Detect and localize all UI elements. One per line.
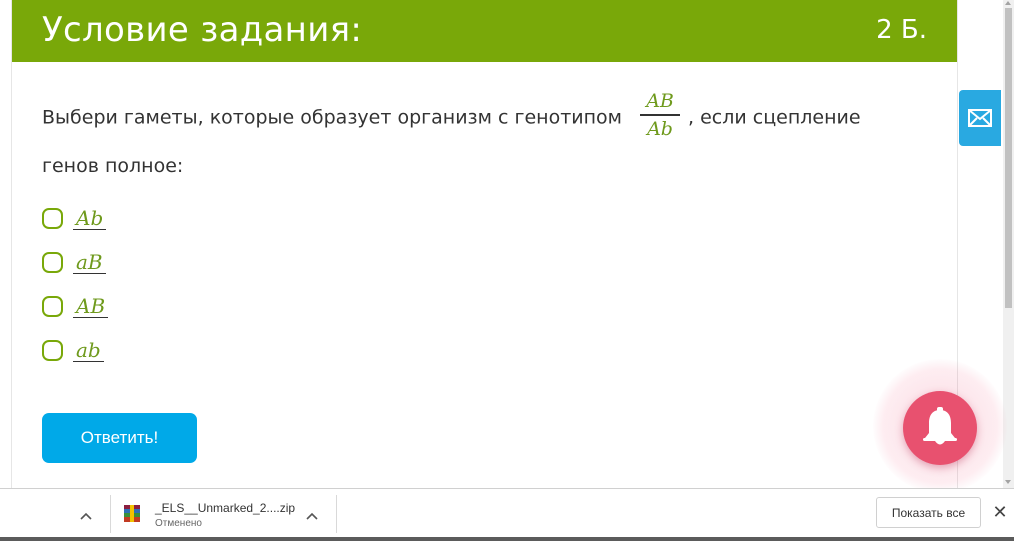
card-header: Условие задания: 2 Б. [12,0,957,62]
answer-option[interactable]: Ab [42,196,108,240]
page-content: Условие задания: 2 Б. Выбери гаметы, кот… [0,0,1003,488]
chevron-up-icon[interactable] [76,506,96,526]
genotype-fraction: AB Ab [640,90,681,140]
answer-option[interactable]: ab [42,328,108,372]
genotype-numerator: AB [646,90,674,112]
divider [336,495,337,533]
notifications-button[interactable] [903,391,977,465]
chevron-up-icon[interactable] [302,506,322,526]
option-checkbox[interactable] [42,207,63,229]
option-checkbox[interactable] [42,251,63,273]
fraction-bar [640,114,681,116]
option-checkbox[interactable] [42,295,63,317]
download-status: Отменено [155,518,202,529]
scroll-thumb[interactable] [1005,8,1012,308]
bell-icon [923,407,957,445]
option-label[interactable]: ab [73,339,104,362]
option-label[interactable]: Ab [73,207,107,230]
option-label[interactable]: AB [73,295,109,318]
task-title: Условие задания: [42,10,363,50]
answer-options: Ab aB AB ab [42,196,109,372]
submit-answer-button[interactable]: Ответить! [42,413,197,463]
answer-option[interactable]: AB [42,284,109,328]
option-label[interactable]: aB [73,251,106,274]
envelope-icon [968,109,992,127]
scroll-down-icon[interactable] [1005,480,1011,484]
download-bar: _ELS__Unmarked_2....zip Отменено Показат… [0,488,1014,542]
zip-archive-icon [124,505,140,522]
close-icon[interactable]: ✕ [989,502,1011,524]
task-points: 2 Б. [876,15,927,45]
taskbar-edge [0,537,1014,541]
scroll-up-icon[interactable] [1005,1,1011,5]
option-checkbox[interactable] [42,339,63,361]
download-file-name: _ELS__Unmarked_2....zip [155,501,296,515]
download-item[interactable]: _ELS__Unmarked_2....zip Отменено [118,497,328,533]
genotype-denominator: Ab [647,117,673,140]
question-text: Выбери гаметы, которые образует организм… [42,90,902,189]
mail-button[interactable] [959,90,1001,146]
answer-option[interactable]: aB [42,240,108,284]
divider [110,495,111,533]
show-all-button[interactable]: Показать все [876,497,981,528]
task-card: Условие задания: 2 Б. Выбери гаметы, кот… [11,0,958,488]
question-part-1: Выбери гаметы, которые образует организм… [42,106,623,129]
